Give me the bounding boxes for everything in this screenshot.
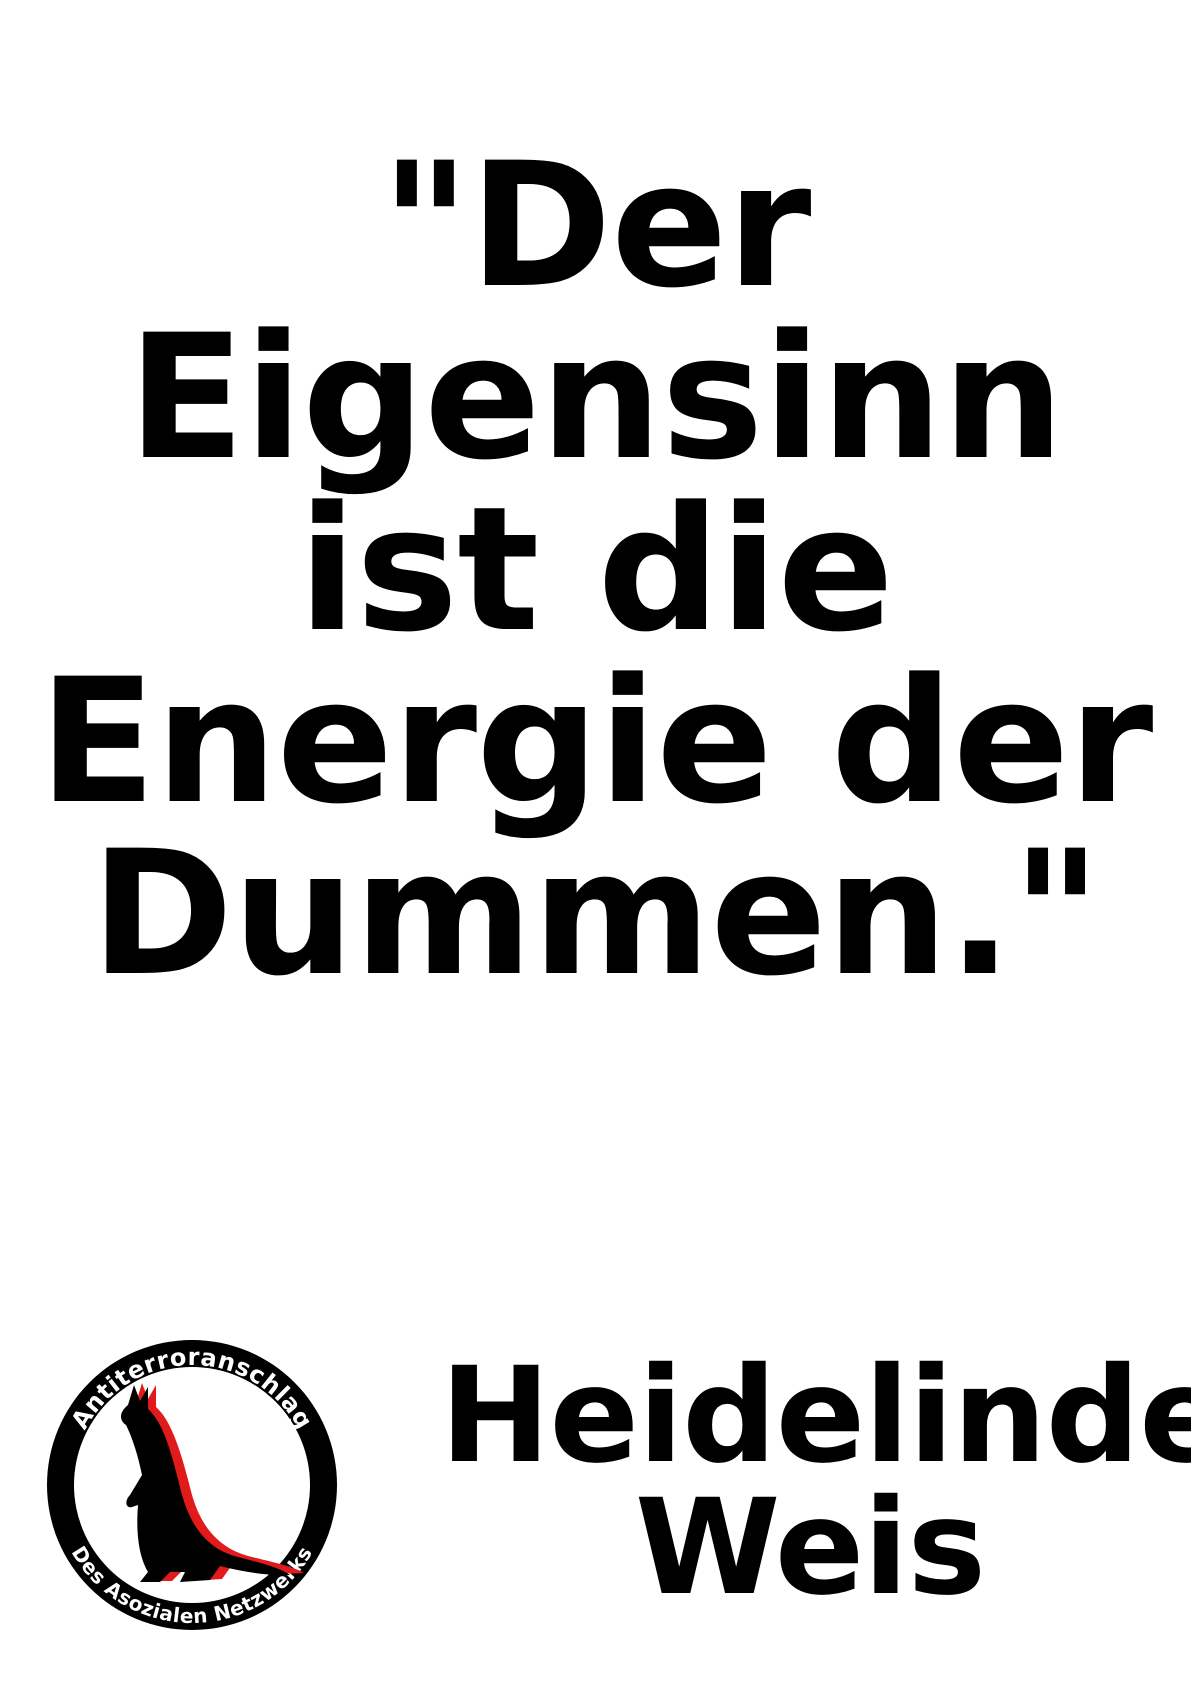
quote-text: "Der Eigensinn ist die Energie der Dumme… xyxy=(0,140,1191,1000)
quote-line: Eigensinn xyxy=(127,297,1065,498)
quote-line: ist die xyxy=(297,469,894,670)
quote-line: Energie der xyxy=(38,641,1154,842)
author-first-name: Heidelinde xyxy=(440,1339,1191,1493)
quote-line: Dummen." xyxy=(90,813,1102,1014)
author-name: Heidelinde Weis xyxy=(440,1339,1191,1625)
author-last-name: Weis xyxy=(634,1471,986,1625)
quote-line: "Der xyxy=(380,125,812,326)
organization-logo: Antiterroranschlag Des Asozialen Netzwer… xyxy=(32,1325,352,1645)
logo-emblem: Antiterroranschlag Des Asozialen Netzwer… xyxy=(47,1340,337,1630)
